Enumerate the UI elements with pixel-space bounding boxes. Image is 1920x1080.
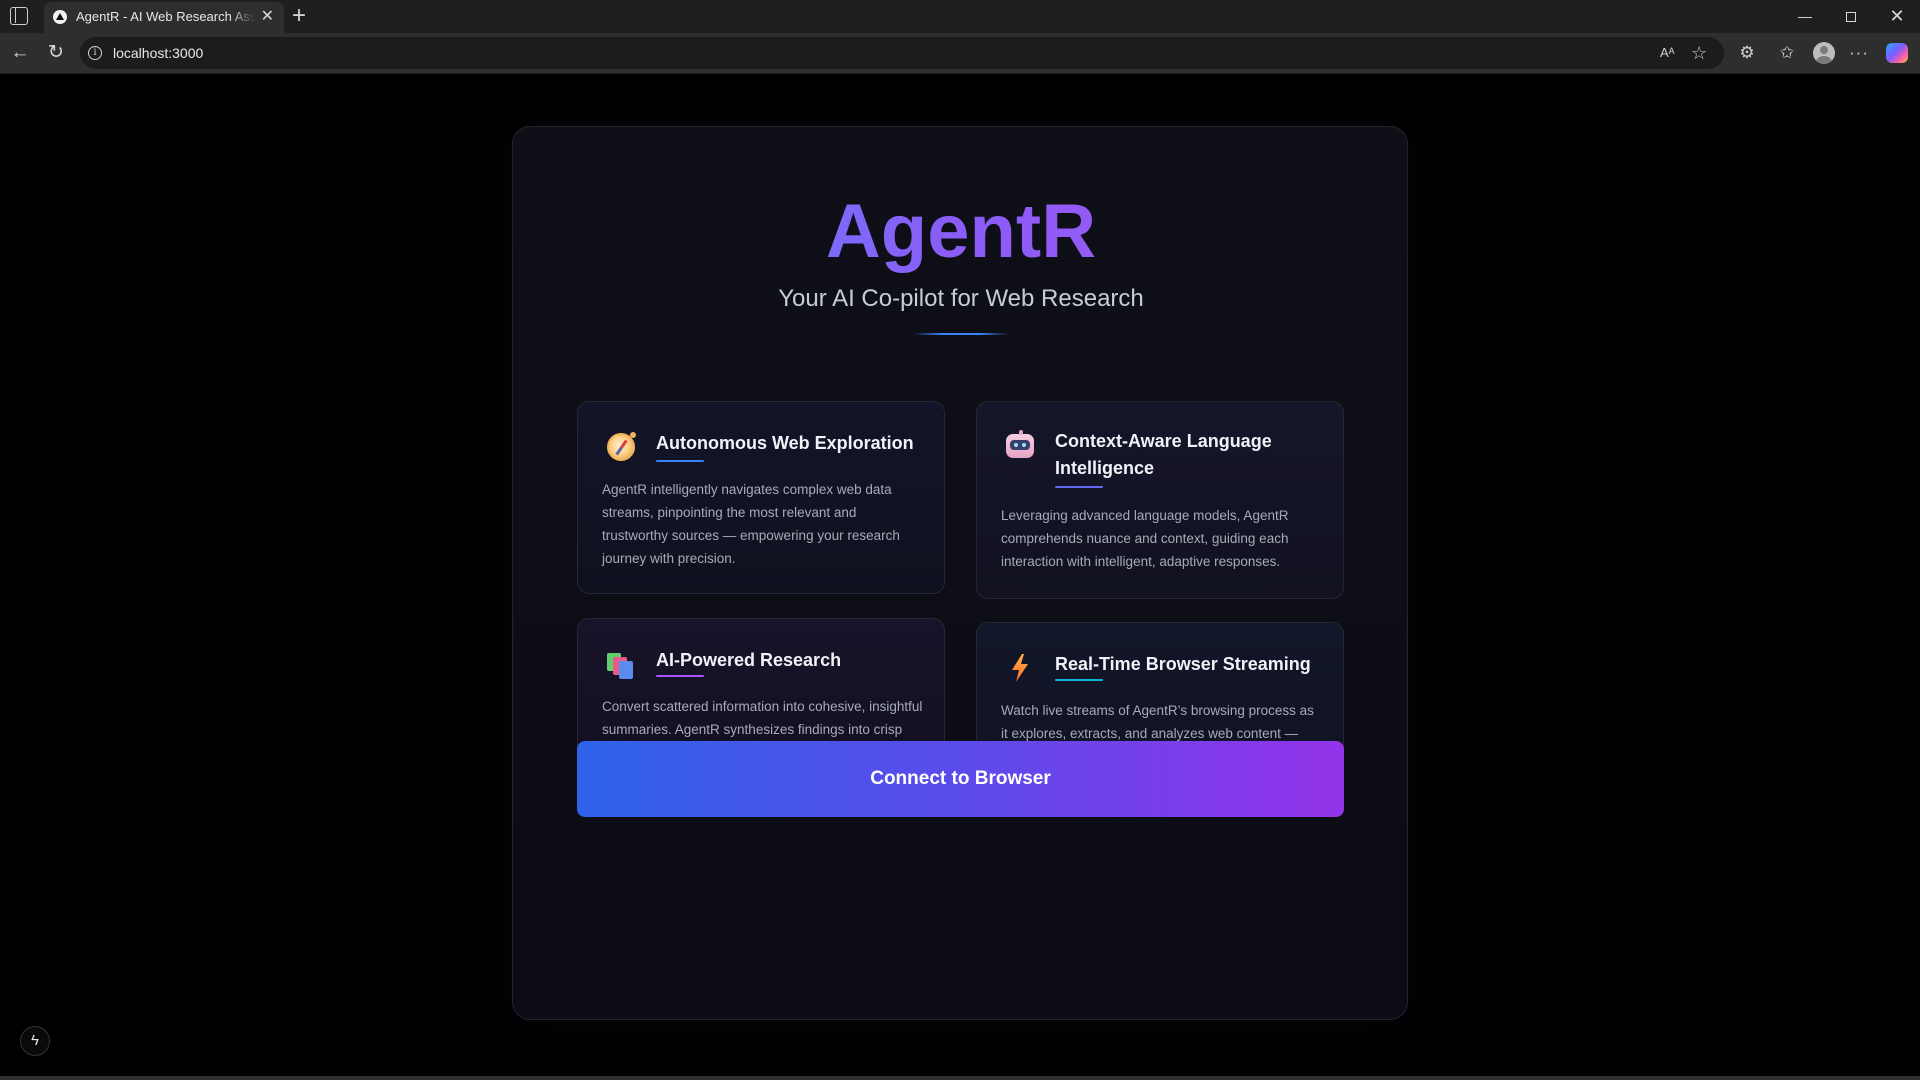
restore-icon	[1846, 12, 1856, 22]
app-title: AgentR	[513, 187, 1409, 277]
browser-toolbar: ← ↻ i localhost:3000 Aᴬ ☆ ⚙ ✩ ···	[0, 33, 1920, 74]
site-info-icon[interactable]: i	[88, 46, 102, 60]
feature-title-underline	[656, 675, 704, 677]
feature-title: AI-Powered Research	[656, 650, 842, 670]
feature-title-underline	[1055, 486, 1103, 488]
feature-title: Context-Aware Language Intelligence	[1055, 431, 1272, 478]
more-menu-icon[interactable]: ···	[1848, 43, 1870, 63]
feature-card-language-intelligence: Context-Aware Language Intelligence Leve…	[976, 401, 1344, 599]
reload-icon[interactable]: ↻	[44, 41, 68, 65]
address-bar[interactable]: i localhost:3000 Aᴬ ☆	[80, 37, 1724, 69]
lightning-icon	[1005, 653, 1035, 683]
address-url[interactable]: localhost:3000	[113, 45, 203, 61]
favorites-icon[interactable]: ✩	[1776, 43, 1798, 63]
browser-tab-active[interactable]: AgentR - AI Web Research Assistant ✕	[44, 2, 284, 33]
window-bottom-edge	[0, 1076, 1920, 1080]
tab-title: AgentR - AI Web Research Assistant	[76, 9, 256, 24]
app-tagline: Your AI Co-pilot for Web Research	[778, 285, 1144, 312]
robot-icon	[1005, 430, 1035, 462]
books-icon	[606, 649, 636, 679]
tab-actions-icon[interactable]	[10, 7, 28, 25]
read-aloud-icon[interactable]: Aᴬ	[1660, 44, 1675, 62]
profile-avatar-icon[interactable]	[1813, 42, 1835, 64]
window-restore-button[interactable]	[1828, 0, 1874, 33]
tab-favicon-icon	[53, 10, 67, 24]
new-tab-button[interactable]: +	[292, 2, 306, 30]
feature-description: AgentR intelligently navigates complex w…	[602, 482, 900, 566]
back-arrow-icon[interactable]: ←	[8, 41, 32, 65]
window-close-button[interactable]: ✕	[1874, 0, 1920, 33]
feature-title: Real-Time Browser Streaming	[1055, 654, 1311, 674]
feature-description: Leveraging advanced language models, Age…	[1001, 508, 1289, 569]
copilot-icon[interactable]	[1886, 43, 1908, 63]
browser-titlebar: AgentR - AI Web Research Assistant ✕ + —…	[0, 0, 1920, 33]
connect-to-browser-button[interactable]: Connect to Browser	[577, 741, 1344, 817]
feature-card-web-exploration: Autonomous Web Exploration AgentR intell…	[577, 401, 945, 594]
lightning-shape	[1012, 654, 1028, 682]
dev-tools-indicator-icon[interactable]: ϟ	[20, 1026, 50, 1056]
tagline-divider	[913, 333, 1009, 335]
extensions-icon[interactable]: ⚙	[1736, 43, 1758, 63]
compass-icon	[606, 432, 636, 462]
window-minimize-button[interactable]: —	[1782, 0, 1828, 33]
feature-title-underline	[656, 460, 704, 462]
favorite-star-icon[interactable]: ☆	[1691, 44, 1707, 62]
page-viewport: AgentR Your AI Co-pilot for Web Research…	[4, 75, 1916, 1076]
tab-close-icon[interactable]: ✕	[261, 7, 274, 27]
feature-title-underline	[1055, 679, 1103, 681]
feature-title: Autonomous Web Exploration	[656, 433, 914, 453]
welcome-card: AgentR Your AI Co-pilot for Web Research…	[512, 126, 1408, 1020]
